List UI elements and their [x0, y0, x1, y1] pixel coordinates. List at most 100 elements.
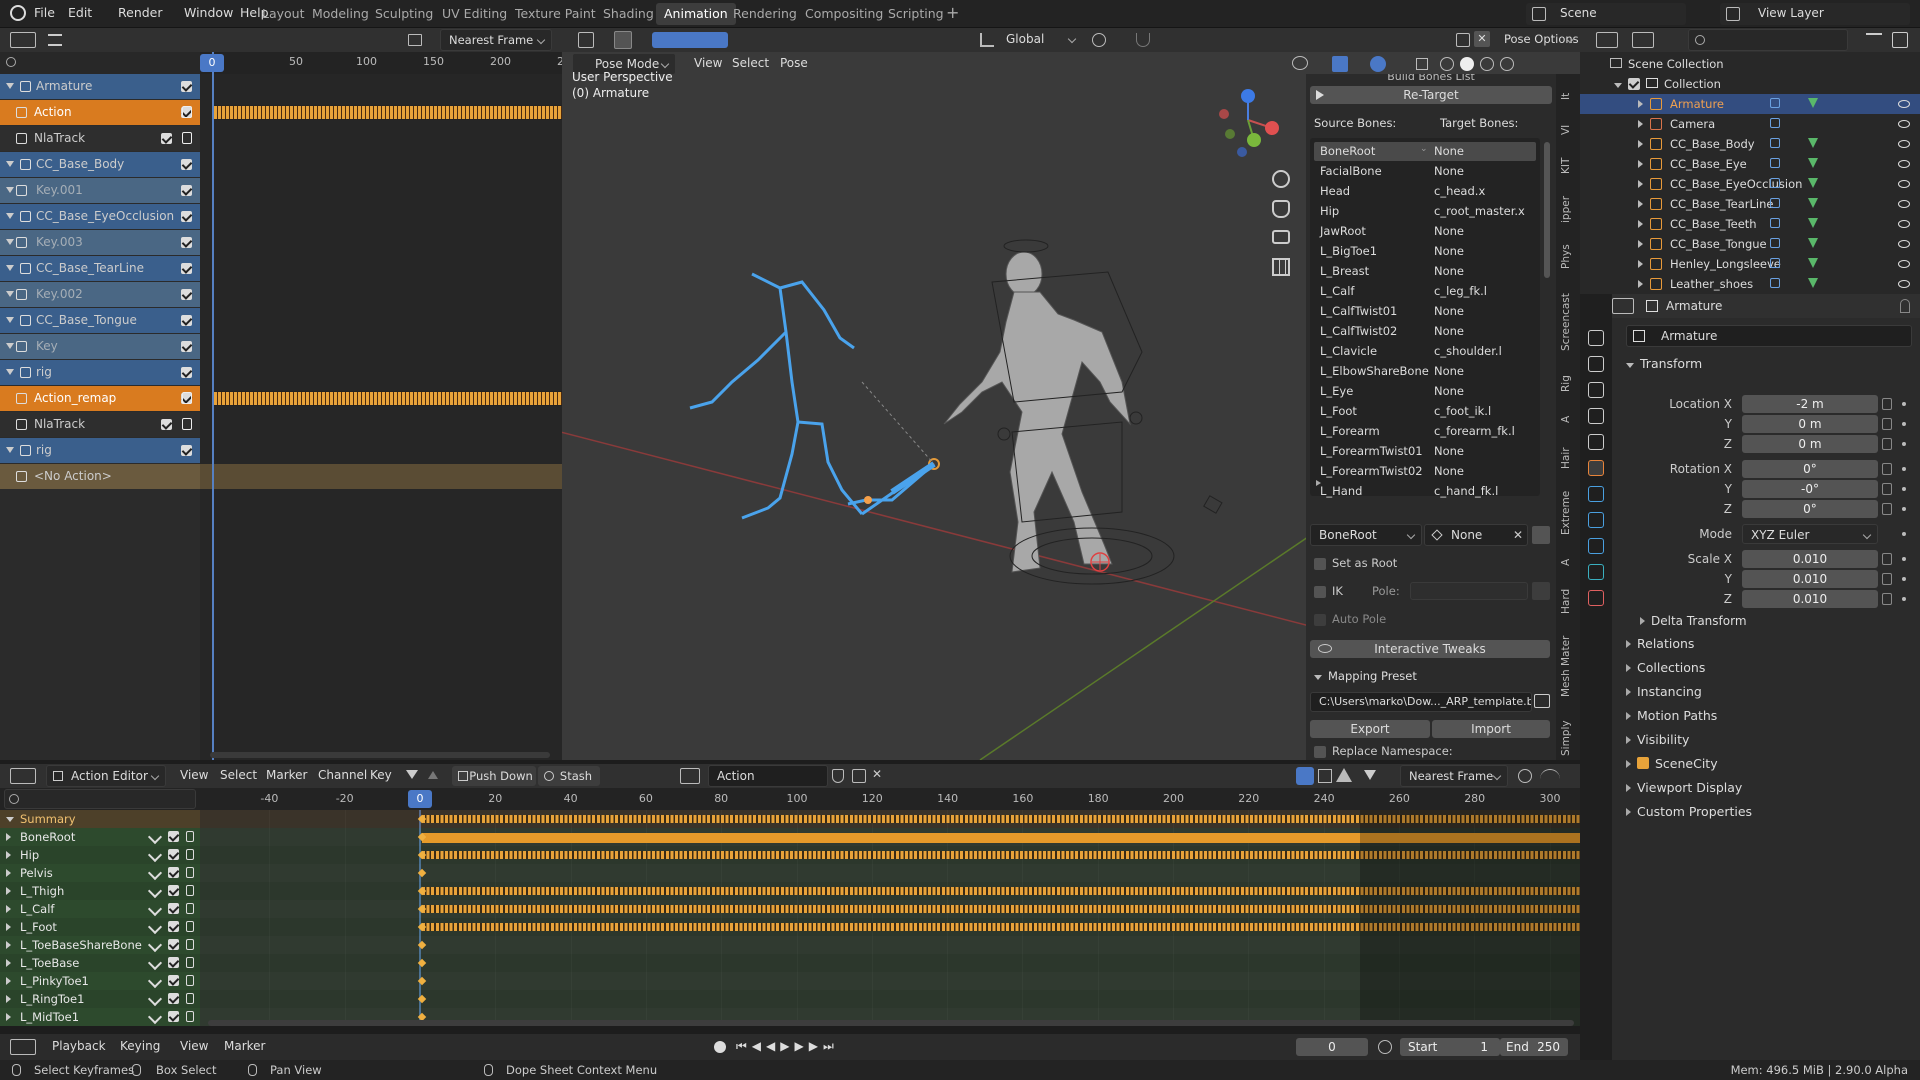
hamburger-icon[interactable]: [48, 34, 62, 46]
location-field[interactable]: 0 m: [1742, 435, 1878, 453]
wrench-icon[interactable]: [147, 955, 163, 971]
proportional-icon[interactable]: [1456, 33, 1470, 47]
workspace-tab-animation[interactable]: Animation: [656, 3, 736, 25]
nla-row-checkbox[interactable]: [181, 237, 192, 248]
bone-mapping-row[interactable]: L_ElbowShareBone None: [1314, 362, 1536, 381]
eye-visibility-icon[interactable]: [1898, 200, 1910, 208]
falloff-icon[interactable]: [1540, 769, 1560, 783]
bone-mapping-row[interactable]: L_Clavicle c_shoulder.l: [1314, 342, 1536, 361]
keyframe-dot-icon[interactable]: [1902, 597, 1906, 601]
expand-arrow-icon[interactable]: [6, 869, 11, 877]
eye-visibility-icon[interactable]: [1898, 260, 1910, 268]
keyframe-diamond[interactable]: [417, 994, 427, 1004]
nla-playhead-badge[interactable]: 0: [200, 54, 224, 72]
bone-mapping-row[interactable]: Head c_head.x: [1314, 182, 1536, 201]
channel-lock-icon[interactable]: [186, 849, 194, 860]
lock-icon[interactable]: [1882, 503, 1892, 515]
channel-checkbox[interactable]: [168, 939, 179, 950]
nla-row-checkbox[interactable]: [181, 445, 192, 456]
action-browse-icon[interactable]: [680, 768, 700, 784]
pin-icon[interactable]: [1900, 299, 1910, 313]
channel-lock-icon[interactable]: [186, 903, 194, 914]
pole-eyedropper-icon[interactable]: [1532, 582, 1550, 600]
menu-file[interactable]: File: [34, 0, 55, 26]
start-frame-field[interactable]: Start 1: [1400, 1038, 1500, 1056]
nla-row-action[interactable]: Action_remap: [0, 386, 200, 411]
expand-toggle-icon[interactable]: [6, 343, 14, 349]
expand-arrow-icon[interactable]: [6, 995, 11, 1003]
properties-tab-icon[interactable]: [1588, 356, 1604, 372]
nla-row-key[interactable]: Key: [0, 334, 200, 359]
nla-row-checkbox[interactable]: [181, 81, 192, 92]
timeline-menu-marker[interactable]: Marker: [224, 1039, 265, 1053]
eye-visibility-icon[interactable]: [1898, 100, 1910, 108]
channel-lock-icon[interactable]: [186, 993, 194, 1004]
outliner-filter-icon[interactable]: [1866, 33, 1882, 47]
nla-row-track[interactable]: NlaTrack: [0, 126, 200, 151]
bone-channel[interactable]: L_ToeBaseShareBone: [0, 936, 200, 954]
lock-icon[interactable]: [182, 106, 192, 118]
expand-arrow-icon[interactable]: [1638, 160, 1643, 168]
wrench-icon[interactable]: [147, 1009, 163, 1025]
summary-channel[interactable]: Summary: [0, 810, 200, 828]
keyframe-diamond[interactable]: [417, 868, 427, 878]
eye-visibility-icon[interactable]: [1898, 280, 1910, 288]
lock-icon[interactable]: [1882, 573, 1892, 585]
nla-scrollbar[interactable]: [210, 752, 550, 758]
sidebar-tab-a[interactable]: A: [1560, 548, 1572, 576]
preset-path-field[interactable]: C:\Users\marko\Dow..._ARP_template.bmap: [1310, 692, 1532, 712]
nla-row-object[interactable]: CC_Base_Tongue: [0, 308, 200, 333]
expand-arrow-icon[interactable]: [6, 959, 11, 967]
bone-mapping-row[interactable]: L_ForearmTwist01 None: [1314, 442, 1536, 461]
nla-row-checkbox[interactable]: [161, 133, 172, 144]
bone-channel[interactable]: L_Thigh: [0, 882, 200, 900]
mapping-preset-header[interactable]: Mapping Preset: [1314, 668, 1417, 683]
bone-mapping-row[interactable]: L_Eye None: [1314, 382, 1536, 401]
expand-arrow-icon[interactable]: [1638, 240, 1643, 248]
unlink-action-icon[interactable]: ✕: [872, 767, 886, 783]
snap-magnet-icon[interactable]: [1136, 33, 1150, 47]
sidebar-tab-kit[interactable]: KIT: [1560, 150, 1572, 181]
properties-editor-icon[interactable]: [1612, 298, 1634, 314]
bone-mapping-row[interactable]: L_ForearmTwist02 None: [1314, 462, 1536, 481]
channel-search[interactable]: [4, 789, 196, 809]
sidebar-tab-it[interactable]: It: [1560, 82, 1572, 110]
outliner-scene-collection[interactable]: Scene Collection: [1610, 54, 1724, 74]
ortho-grid-icon[interactable]: [1272, 258, 1290, 276]
outliner-item[interactable]: CC_Base_Teeth: [1580, 214, 1920, 234]
keyframe-dot-icon[interactable]: [1902, 507, 1906, 511]
channel-lock-icon[interactable]: [186, 867, 194, 878]
keyframe-dot-icon[interactable]: [1902, 402, 1906, 406]
channel-checkbox[interactable]: [168, 867, 179, 878]
bone-mapping-list[interactable]: BoneRoot ⌄ None FacialBone None Head c_head.x H…: [1310, 138, 1540, 498]
view-layer-selector[interactable]: View Layer: [1720, 3, 1910, 25]
transform-panel-header[interactable]: Transform: [1626, 356, 1702, 371]
outliner-item[interactable]: CC_Base_Eye: [1580, 154, 1920, 174]
filter-icon[interactable]: [408, 34, 422, 46]
lock-icon[interactable]: [1882, 418, 1892, 430]
bone-channel[interactable]: L_Foot: [0, 918, 200, 936]
new-collection-icon[interactable]: [1892, 32, 1908, 48]
dopesheet-editor-type-icon[interactable]: [10, 768, 36, 784]
show-hidden-icon[interactable]: [1318, 769, 1332, 783]
nla-row-noaction[interactable]: <No Action>: [0, 464, 200, 489]
object-name-field[interactable]: Armature: [1626, 325, 1912, 347]
properties-tab-icon[interactable]: [1588, 590, 1604, 606]
outliner-item[interactable]: CC_Base_Tongue: [1580, 234, 1920, 254]
sidebar-tab-hair[interactable]: Hair: [1560, 439, 1572, 477]
display-mode-icon[interactable]: [1632, 32, 1654, 48]
location-field[interactable]: 0 m: [1742, 415, 1878, 433]
ds-menu-view[interactable]: View: [180, 768, 208, 782]
ds-menu-channel[interactable]: Channel: [318, 768, 367, 782]
workspace-tab-scripting[interactable]: Scripting: [880, 3, 952, 25]
bone-mapping-row[interactable]: L_BigToe1 None: [1314, 242, 1536, 261]
outliner-item[interactable]: Camera: [1580, 114, 1920, 134]
properties-tab-icon[interactable]: [1588, 564, 1604, 580]
blender-logo-icon[interactable]: [10, 5, 26, 21]
bone-mapping-row[interactable]: L_Foot c_foot_ik.l: [1314, 402, 1536, 421]
bone-channel[interactable]: Pelvis: [0, 864, 200, 882]
expand-toggle-icon[interactable]: [6, 291, 14, 297]
push-down-button[interactable]: Push Down: [452, 766, 536, 786]
eyedropper-icon[interactable]: [1532, 526, 1550, 544]
bone-mapping-row[interactable]: Hip c_root_master.x: [1314, 202, 1536, 221]
